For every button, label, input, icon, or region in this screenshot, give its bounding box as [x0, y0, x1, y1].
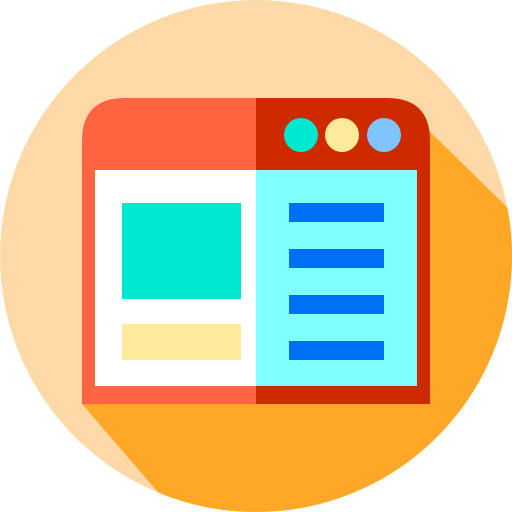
text-line-3 — [289, 295, 384, 314]
window-control-dot-3 — [367, 118, 401, 152]
browser-window — [82, 98, 430, 404]
window-control-dot-1 — [284, 118, 318, 152]
text-line-4 — [289, 341, 384, 360]
caption-placeholder-block — [122, 324, 241, 360]
image-placeholder-block — [122, 203, 241, 299]
browser-window-layout-icon — [0, 0, 512, 512]
text-line-1 — [289, 203, 384, 222]
text-line-2 — [289, 249, 384, 268]
window-control-dot-2 — [325, 118, 359, 152]
icon-canvas — [0, 0, 512, 512]
